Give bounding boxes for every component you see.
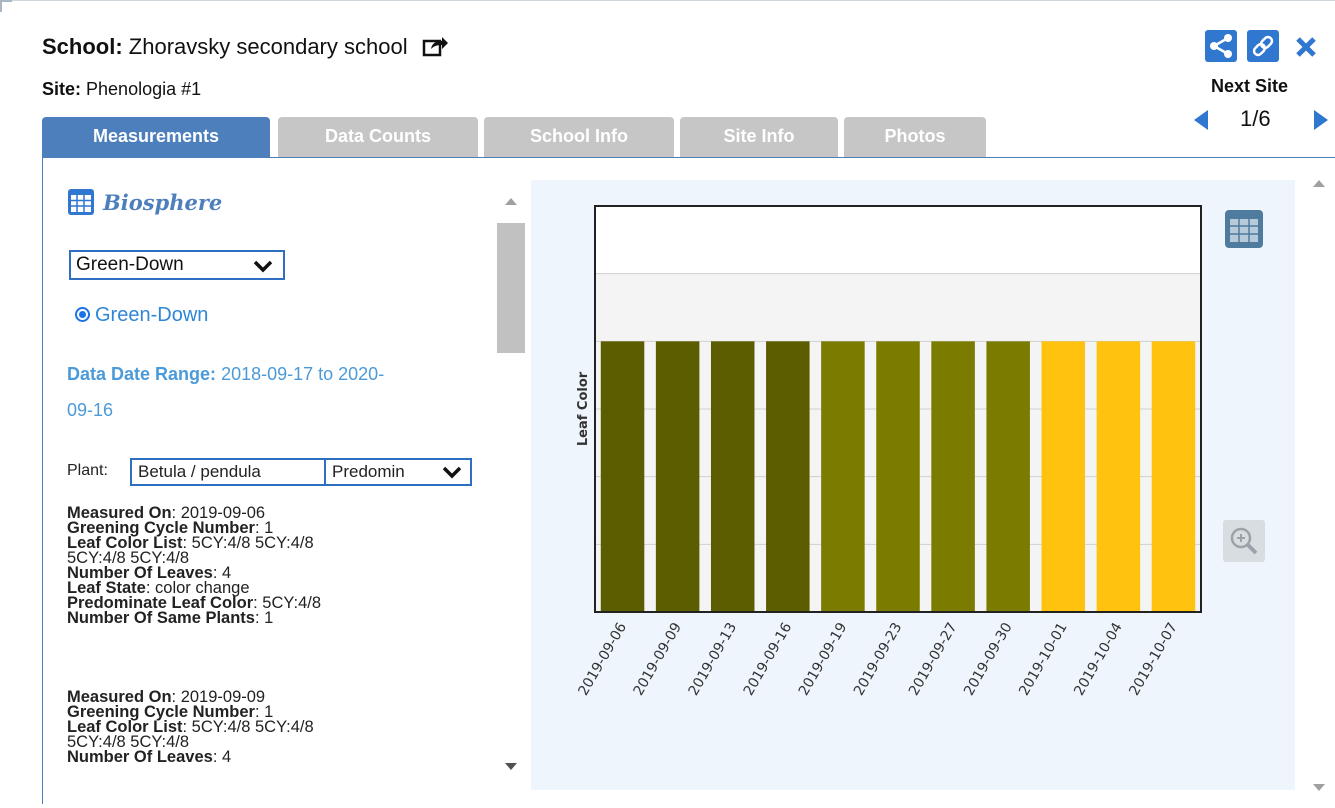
school-title: School: Zhoravsky secondary school — [42, 34, 448, 63]
scroll-down-arrow-icon[interactable] — [1313, 784, 1325, 791]
bar — [876, 341, 920, 612]
date-range-label: Data Date Range: — [67, 364, 217, 384]
site-pager: 1/6 — [1194, 106, 1335, 136]
prev-site-arrow-icon[interactable] — [1194, 110, 1208, 130]
radio-label: Green-Down — [95, 304, 209, 326]
measurement-record: Measured On: 2019-09-09 Greening Cycle N… — [67, 689, 483, 766]
x-tick-label: 2019-09-23 — [851, 620, 906, 698]
biosphere-header: Biosphere — [67, 188, 222, 221]
bar — [1151, 341, 1196, 612]
pager-text: 1/6 — [1240, 106, 1271, 131]
bar — [655, 341, 700, 612]
protocol-select-value: Green-Down — [76, 254, 184, 275]
site-title: Site: Phenologia #1 — [42, 79, 201, 100]
plant-species-value[interactable]: Betula / pendula — [138, 462, 261, 482]
scroll-thumb[interactable] — [497, 223, 525, 353]
tab-measurements[interactable]: Measurements — [42, 117, 270, 157]
page-scrollbar[interactable] — [1305, 158, 1335, 805]
leaf-color-chart: 2019-09-06 2019-09-09 2019-09-13 2019-09-16… — [531, 180, 1295, 790]
tab-school-info[interactable]: School Info — [484, 117, 674, 157]
bar — [766, 341, 810, 612]
school-label: School: — [42, 34, 123, 59]
green-down-radio[interactable]: Green-Down — [75, 304, 208, 327]
x-tick-label: 2019-09-13 — [686, 620, 741, 698]
chart-svg: 2019-09-06 2019-09-09 2019-09-13 2019-09-16… — [575, 205, 1202, 699]
plant-label: Plant: — [67, 462, 108, 479]
chevron-down-icon — [253, 256, 273, 282]
scroll-down-arrow-icon[interactable] — [505, 763, 517, 770]
section-title: Biosphere — [103, 190, 223, 215]
tab-photos[interactable]: Photos — [844, 117, 986, 157]
bar — [600, 341, 645, 612]
y-axis-label: Leaf Color — [576, 371, 591, 446]
details-scrollbar[interactable] — [495, 178, 525, 778]
bar — [821, 341, 865, 612]
next-site-label: Next Site — [1211, 76, 1289, 96]
protocol-select[interactable]: Green-Down — [69, 250, 285, 280]
field-label: Number Of Leaves — [67, 748, 213, 766]
radio-selected-icon[interactable] — [75, 307, 90, 322]
bar — [1041, 341, 1086, 612]
date-range: Data Date Range: 2018-09-17 to 2020- 09-… — [67, 356, 477, 428]
corner-decoration — [0, 0, 12, 12]
field-value: : 1 — [254, 609, 274, 627]
site-name: Phenologia #1 — [86, 79, 202, 99]
bar — [710, 341, 755, 612]
share-icon[interactable] — [1205, 30, 1237, 62]
x-tick-label: 2019-09-06 — [575, 620, 630, 699]
scroll-up-arrow-icon[interactable] — [505, 198, 517, 205]
measurement-details: Biosphere Green-Down Green-Down Data Dat… — [63, 178, 483, 808]
external-link-icon[interactable] — [422, 35, 448, 63]
school-name: Zhoravsky secondary school — [128, 34, 408, 59]
bar — [931, 341, 975, 612]
tab-data-counts[interactable]: Data Counts — [278, 117, 478, 157]
table-view-icon[interactable] — [1223, 208, 1265, 250]
x-tick-label: 2019-09-19 — [796, 620, 851, 698]
field-value: : 5CY:4/8 5CY:4/8 — [182, 534, 314, 552]
bar — [1096, 341, 1141, 612]
link-icon[interactable] — [1247, 30, 1279, 62]
tab-site-info[interactable]: Site Info — [680, 117, 838, 157]
x-tick-label: 2019-10-01 — [1016, 620, 1071, 698]
scroll-up-arrow-icon[interactable] — [1313, 180, 1325, 187]
date-range-value-1: 2018-09-17 to 2020- — [221, 364, 385, 384]
x-tick-label: 2019-10-07 — [1126, 620, 1181, 698]
x-tick-label: 2019-09-09 — [631, 620, 686, 698]
site-label: Site: — [42, 79, 82, 99]
x-tick-label: 2019-09-30 — [961, 620, 1016, 698]
date-range-value-2: 09-16 — [67, 400, 114, 420]
plant-select[interactable]: Betula / pendula Predomin — [130, 458, 472, 486]
bar — [986, 341, 1030, 612]
top-action-icons — [1205, 30, 1335, 70]
top-border — [0, 0, 1335, 6]
close-icon[interactable] — [1291, 30, 1323, 62]
chevron-down-icon[interactable] — [442, 464, 462, 485]
measurement-record: Measured On: 2019-09-06 Greening Cycle N… — [67, 505, 483, 627]
measurements-panel: Biosphere Green-Down Green-Down Data Dat… — [42, 157, 1335, 804]
next-site-arrow-icon[interactable] — [1314, 110, 1328, 130]
x-tick-label: 2019-09-27 — [906, 620, 961, 698]
plant-color-value[interactable]: Predomin — [332, 462, 405, 482]
x-tick-label: 2019-10-04 — [1071, 620, 1126, 699]
table-icon[interactable] — [67, 188, 95, 221]
field-value: : 5CY:4/8 5CY:4/8 — [182, 718, 314, 736]
field-label: Number Of Same Plants — [67, 609, 255, 627]
zoom-in-icon[interactable] — [1223, 520, 1265, 562]
select-divider — [324, 460, 326, 484]
x-tick-label: 2019-09-16 — [741, 620, 796, 699]
field-value: : 4 — [212, 748, 232, 766]
